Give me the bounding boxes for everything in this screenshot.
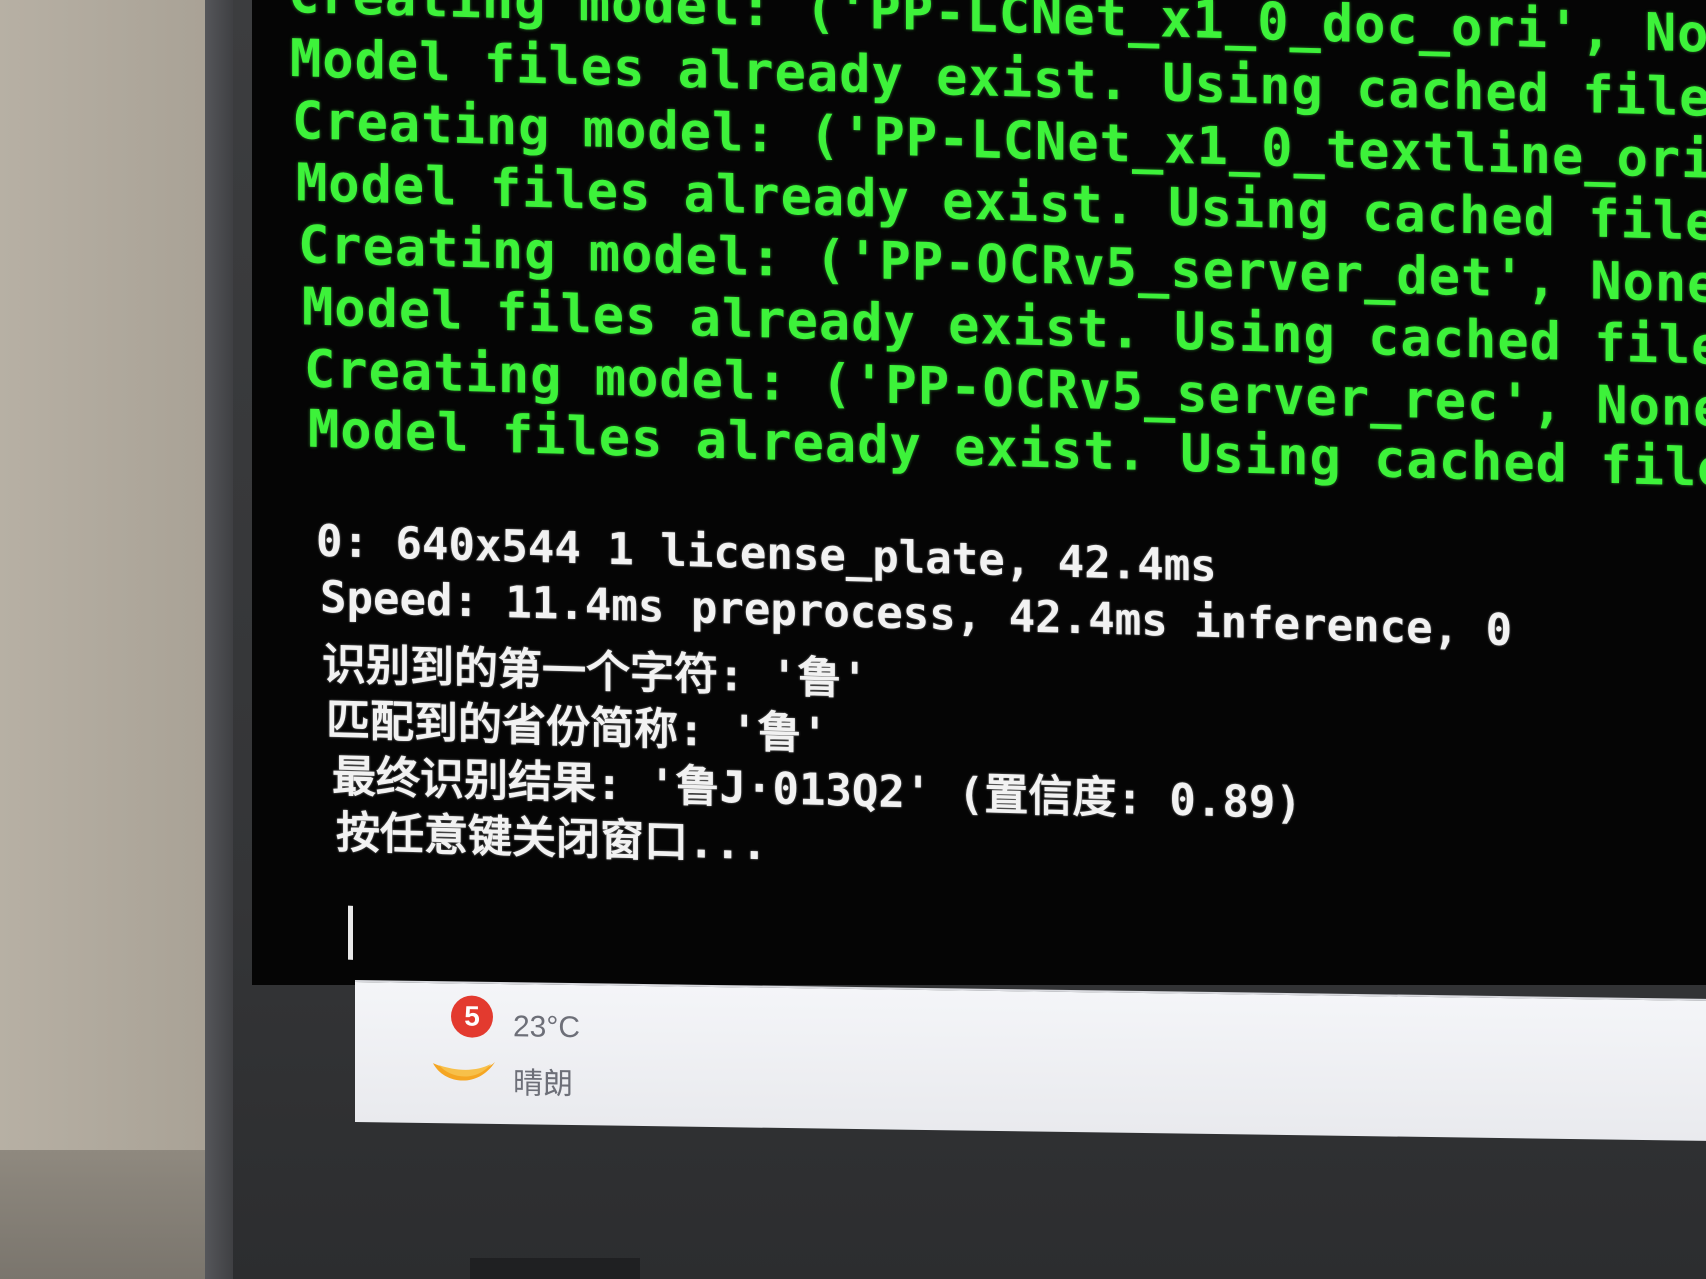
monitor-bezel-edge	[205, 0, 233, 1279]
taskbar: 5 23°C 晴朗	[355, 980, 1706, 1141]
monitor-screen: Creating model: ('PP-LCNet_x1_0_doc_ori'…	[252, 0, 1706, 985]
text-cursor	[348, 905, 353, 960]
temperature-label[interactable]: 23°C	[513, 1010, 580, 1045]
press-any-key-line: 按任意键关闭窗口...	[336, 807, 768, 871]
terminal-window[interactable]: Creating model: ('PP-LCNet_x1_0_doc_ori'…	[252, 0, 1706, 985]
weather-notification-badge: 5	[451, 995, 493, 1038]
monitor-stand	[470, 1258, 640, 1279]
weather-condition-label[interactable]: 晴朗	[513, 1058, 573, 1103]
